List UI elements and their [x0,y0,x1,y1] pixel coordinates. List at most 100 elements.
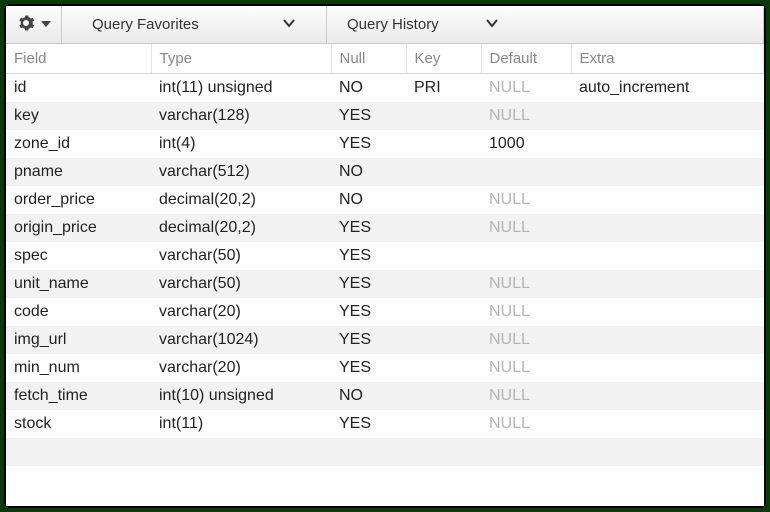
query-history-label: Query History [347,16,439,33]
settings-button[interactable] [6,6,62,43]
cell-extra [571,382,764,410]
cell-null: YES [331,410,406,438]
cell-extra [571,214,764,242]
cell-default: NULL [481,326,571,354]
cell-key: PRI [406,74,481,103]
table-row[interactable]: pnamevarchar(512)NO [6,158,764,186]
cell-null: YES [331,214,406,242]
cell-extra [571,326,764,354]
table-row[interactable]: keyvarchar(128)YESNULL [6,102,764,130]
table-row[interactable]: fetch_timeint(10) unsignedNO NULL [6,382,764,410]
table-row[interactable]: order_pricedecimal(20,2)NO NULL [6,186,764,214]
col-key[interactable]: Key [406,44,481,74]
cell-type: varchar(20) [151,354,331,382]
cell-key [406,410,481,438]
cell-field: img_url [6,326,151,354]
cell-field: id [6,74,151,103]
cell-null: YES [331,270,406,298]
table-row[interactable]: origin_pricedecimal(20,2)YESNULL [6,214,764,242]
cell-field: origin_price [6,214,151,242]
cell-type: int(11) [151,410,331,438]
table-row[interactable]: idint(11) unsignedNOPRINULLauto_incremen… [6,74,764,103]
cell-field: min_num [6,354,151,382]
cell-null: NO [331,74,406,103]
col-field[interactable]: Field [6,44,151,74]
cell-extra [571,130,764,158]
cell-default: NULL [481,382,571,410]
cell-key [406,186,481,214]
cell-key [406,326,481,354]
cell-null: YES [331,102,406,130]
table-row-empty [6,438,764,466]
table-row[interactable]: stockint(11)YESNULL [6,410,764,438]
col-null[interactable]: Null [331,44,406,74]
caret-down-icon [41,16,51,33]
cell-key [406,354,481,382]
cell-field: zone_id [6,130,151,158]
cell-null: NO [331,186,406,214]
cell-default: NULL [481,410,571,438]
cell-null: YES [331,354,406,382]
cell-type: varchar(50) [151,242,331,270]
cell-null: YES [331,298,406,326]
cell-null: YES [331,326,406,354]
table-row[interactable]: codevarchar(20)YES NULL [6,298,764,326]
cell-extra [571,410,764,438]
cell-default: NULL [481,186,571,214]
cell-type: varchar(50) [151,270,331,298]
cell-null: NO [331,382,406,410]
cell-extra [571,186,764,214]
gear-icon [17,14,35,36]
cell-key [406,270,481,298]
window-frame: Query Favorites Query History Field Type… [4,4,766,508]
chevron-down-icon [282,16,296,34]
cell-type: decimal(20,2) [151,186,331,214]
table-row[interactable]: min_numvarchar(20)YES NULL [6,354,764,382]
schema-table: Field Type Null Key Default Extra idint(… [6,44,764,506]
cell-default: 1000 [481,130,571,158]
cell-field: spec [6,242,151,270]
cell-type: int(11) unsigned [151,74,331,103]
cell-extra [571,242,764,270]
cell-default: NULL [481,270,571,298]
cell-type: int(10) unsigned [151,382,331,410]
cell-key [406,382,481,410]
cell-key [406,102,481,130]
cell-default: NULL [481,214,571,242]
cell-extra [571,354,764,382]
cell-extra: auto_increment [571,74,764,103]
cell-null: NO [331,158,406,186]
cell-default: NULL [481,74,571,103]
cell-null: YES [331,242,406,270]
toolbar: Query Favorites Query History [6,6,764,44]
cell-type: varchar(20) [151,298,331,326]
col-default[interactable]: Default [481,44,571,74]
cell-field: order_price [6,186,151,214]
table-row[interactable]: specvarchar(50)YES [6,242,764,270]
table-row[interactable]: img_urlvarchar(1024)YESNULL [6,326,764,354]
cell-default [481,158,571,186]
cell-extra [571,158,764,186]
cell-extra [571,270,764,298]
cell-key [406,214,481,242]
cell-extra [571,298,764,326]
cell-default: NULL [481,298,571,326]
cell-field: unit_name [6,270,151,298]
cell-type: varchar(512) [151,158,331,186]
cell-field: code [6,298,151,326]
cell-field: pname [6,158,151,186]
query-favorites-button[interactable]: Query Favorites [62,6,327,43]
cell-key [406,298,481,326]
cell-default: NULL [481,354,571,382]
cell-key [406,158,481,186]
header-row: Field Type Null Key Default Extra [6,44,764,74]
cell-key [406,130,481,158]
query-favorites-label: Query Favorites [92,16,199,33]
col-extra[interactable]: Extra [571,44,764,74]
query-history-button[interactable]: Query History [327,6,764,43]
cell-field: key [6,102,151,130]
table-row[interactable]: unit_namevarchar(50)YES NULL [6,270,764,298]
table-row[interactable]: zone_idint(4)YES1000 [6,130,764,158]
cell-field: fetch_time [6,382,151,410]
col-type[interactable]: Type [151,44,331,74]
